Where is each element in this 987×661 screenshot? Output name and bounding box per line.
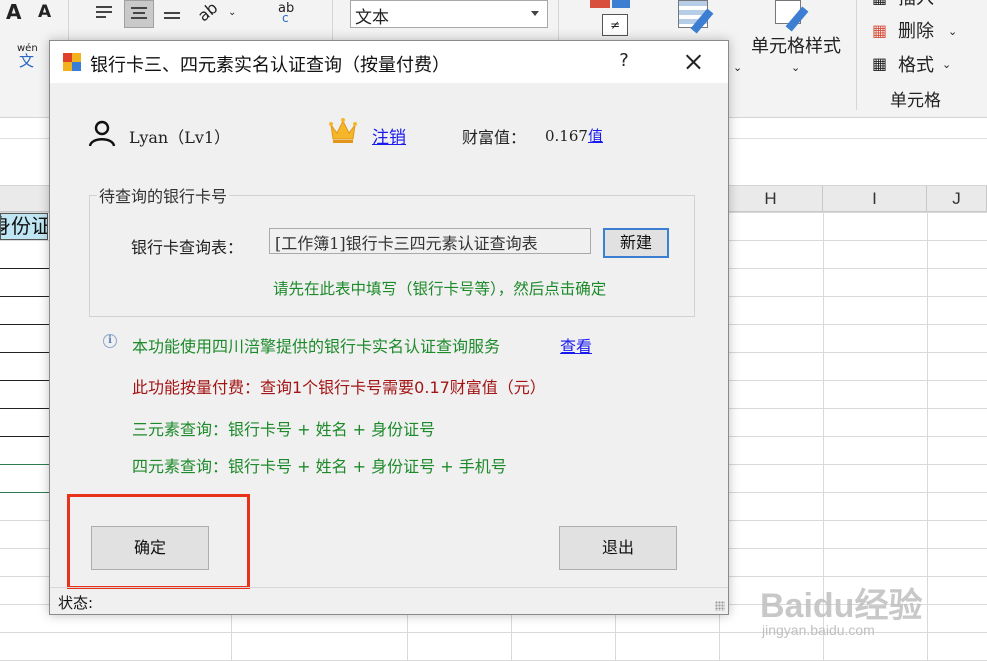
help-button[interactable]: ? bbox=[610, 47, 638, 75]
query-group-legend: 待查询的银行卡号 bbox=[97, 183, 230, 207]
user-icon bbox=[88, 120, 116, 147]
app-icon bbox=[63, 53, 81, 71]
view-link[interactable]: 查看 bbox=[560, 333, 592, 357]
chevron-down-icon[interactable]: ⌄ bbox=[948, 26, 957, 37]
align-right-button[interactable] bbox=[158, 0, 188, 28]
chevron-down-icon bbox=[531, 11, 539, 16]
wealth-amount: 0.167 bbox=[545, 127, 588, 145]
wealth-link[interactable]: 值 bbox=[588, 127, 603, 145]
format-button[interactable]: 格式 bbox=[898, 57, 934, 75]
font-shrink-button[interactable]: A bbox=[38, 4, 51, 21]
dialog-title: 银行卡三、四元素实名认证查询（按量付费） bbox=[90, 55, 450, 76]
align-center-button[interactable] bbox=[124, 0, 154, 28]
orientation-icon[interactable]: ab bbox=[194, 0, 222, 25]
number-format-value: 文本 bbox=[355, 8, 389, 28]
wealth-label: 财富值： bbox=[462, 128, 527, 147]
delete-button[interactable]: 删除 bbox=[898, 23, 934, 41]
chevron-down-icon[interactable]: ⌄ bbox=[791, 62, 800, 73]
status-label: 状态: bbox=[58, 594, 94, 612]
four-elements-text: 四元素查询：银行卡号 + 姓名 + 身份证号 + 手机号 bbox=[132, 457, 507, 476]
id-number-header-cell[interactable]: 身份证 bbox=[0, 213, 48, 240]
dialog-titlebar[interactable]: 银行卡三、四元素实名认证查询（按量付费） ? bbox=[50, 41, 728, 83]
three-elements-text: 三元素查询：银行卡号 + 姓名 + 身份证号 bbox=[132, 420, 436, 439]
format-icon[interactable]: ▦ bbox=[872, 56, 887, 72]
number-format-select[interactable]: 文本 bbox=[350, 0, 548, 28]
bank-table-label: 银行卡查询表： bbox=[131, 238, 244, 257]
column-header-j[interactable]: J bbox=[927, 186, 987, 212]
watermark-logo: Baidu经验 bbox=[760, 587, 923, 625]
wrap-text-sub[interactable]: c bbox=[282, 12, 289, 24]
resize-grip-icon[interactable] bbox=[715, 601, 725, 611]
cell-styles-button[interactable]: 单元格样式 bbox=[751, 38, 841, 56]
exit-button[interactable]: 退出 bbox=[559, 526, 677, 570]
fee-info-text: 此功能按量付费：查询1个银行卡号需要0.17财富值（元） bbox=[132, 378, 546, 397]
user-name: Lyan（Lv1） bbox=[129, 128, 231, 147]
crown-icon bbox=[329, 118, 357, 143]
cells-group-label: 单元格 bbox=[890, 91, 941, 111]
column-header-i[interactable]: I bbox=[823, 186, 927, 212]
font-grow-button[interactable]: A bbox=[6, 2, 21, 22]
bank-table-field[interactable]: [工作簿1]银行卡三四元素认证查询表 bbox=[269, 228, 591, 254]
chevron-down-icon[interactable]: ⌄ bbox=[733, 62, 742, 73]
fill-hint-text: 请先在此表中填写（银行卡号等），然后点击确定 bbox=[273, 280, 607, 298]
conditional-format-icon[interactable]: ≠ bbox=[590, 0, 636, 40]
phonetic-guide-icon[interactable]: 文 bbox=[19, 54, 34, 69]
chevron-down-icon[interactable]: ⌄ bbox=[228, 8, 236, 18]
highlight-box bbox=[67, 494, 250, 589]
close-button[interactable] bbox=[678, 47, 708, 77]
insert-icon[interactable]: ▦ bbox=[872, 0, 887, 6]
watermark-url: jingyan.baidu.com bbox=[762, 622, 875, 638]
format-as-table-icon[interactable] bbox=[678, 0, 724, 36]
insert-button[interactable]: 插入 bbox=[898, 0, 934, 8]
bank-card-verify-dialog: 银行卡三、四元素实名认证查询（按量付费） ? Lyan（Lv1） 注销 财富值：… bbox=[49, 40, 729, 615]
info-icon: i bbox=[103, 334, 117, 348]
new-table-button[interactable]: 新建 bbox=[603, 228, 669, 258]
align-left-button[interactable] bbox=[90, 0, 120, 28]
logout-link[interactable]: 注销 bbox=[372, 123, 406, 148]
cell-styles-icon[interactable] bbox=[775, 0, 821, 34]
column-header-h[interactable]: H bbox=[719, 186, 823, 212]
service-info-text: 本功能使用四川涪擎提供的银行卡实名认证查询服务 bbox=[132, 337, 501, 356]
wealth-value: 0.167值 bbox=[545, 125, 603, 146]
delete-icon[interactable]: ▦ bbox=[872, 23, 887, 39]
chevron-down-icon[interactable]: ⌄ bbox=[942, 59, 951, 70]
